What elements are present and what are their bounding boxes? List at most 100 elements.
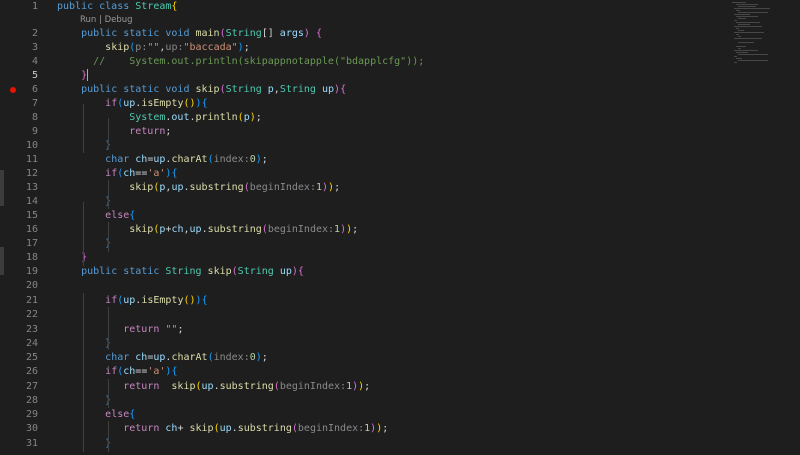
code-token: charAt — [171, 154, 208, 165]
indent-guide — [83, 202, 84, 266]
code-line[interactable]: 27 return skip(up.substring(beginIndex:1… — [0, 380, 800, 394]
code-line[interactable]: 16 skip(p+ch,up.substring(beginIndex:1))… — [0, 223, 800, 237]
code-token: if — [105, 98, 118, 109]
code-token: index: — [213, 154, 250, 165]
minimap-line — [736, 16, 758, 17]
code-line[interactable]: 4 // System.out.println(skipappnotapple(… — [0, 55, 800, 69]
code-line[interactable]: 3 skip(p:"",up:"baccada"); — [0, 41, 800, 55]
code-token: return — [123, 381, 172, 392]
code-text: return skip(up.substring(beginIndex:1)); — [57, 380, 370, 394]
code-token: isEmpty — [141, 295, 184, 306]
code-line[interactable]: 24 } — [0, 337, 800, 351]
code-line[interactable]: 31 } — [0, 437, 800, 451]
code-line[interactable]: 12 if(ch=='a'){ — [0, 167, 800, 181]
code-line[interactable]: 15 else{ — [0, 209, 800, 223]
code-line[interactable]: 13 skip(p,up.substring(beginIndex:1)); — [0, 181, 800, 195]
code-token: ch — [171, 224, 184, 235]
code-token: else — [105, 409, 130, 420]
code-text: if(ch=='a'){ — [57, 365, 177, 379]
line-number: 30 — [25, 423, 38, 434]
code-line[interactable]: 1 public class Stream{ — [0, 0, 800, 14]
code-token: up — [189, 224, 202, 235]
code-token: args — [279, 28, 304, 39]
code-line[interactable]: 28 } — [0, 394, 800, 408]
code-line[interactable]: 29 else{ — [0, 408, 800, 422]
code-line[interactable]: 20 — [0, 279, 800, 293]
code-token: up — [219, 423, 232, 434]
indent-guide — [83, 104, 84, 153]
run-debug-codelens[interactable]: Run | Debug — [80, 14, 133, 26]
minimap-line — [738, 18, 746, 19]
code-token: ; — [261, 154, 268, 165]
code-token: if — [105, 295, 118, 306]
code-line[interactable]: 2 public static void main(String[] args)… — [0, 27, 800, 41]
line-number: 9 — [31, 126, 38, 137]
code-text: if(ch=='a'){ — [57, 167, 177, 181]
line-number: 16 — [25, 224, 38, 235]
code-line[interactable]: 9 return; — [0, 125, 800, 139]
code-token: up — [201, 381, 214, 392]
vertical-scrollbar[interactable] — [788, 0, 800, 455]
code-token: () — [183, 295, 196, 306]
code-editor[interactable]: 1 public class Stream{Run | Debug 2 public… — [0, 0, 800, 455]
code-line[interactable]: 25 char ch=up.charAt(index:0); — [0, 351, 800, 365]
code-token: up — [123, 98, 136, 109]
line-number: 4 — [31, 56, 38, 67]
code-token: { — [201, 98, 208, 109]
code-text: return; — [57, 125, 171, 139]
indent-guide — [108, 118, 109, 150]
code-line[interactable]: 6 public static void skip(String p,Strin… — [0, 83, 800, 97]
line-number: 3 — [31, 42, 38, 53]
code-token: { — [201, 295, 208, 306]
code-token: up — [321, 84, 335, 95]
code-line[interactable]: 7 if(up.isEmpty()){ — [0, 97, 800, 111]
code-token: { — [171, 1, 178, 12]
code-text: if(up.isEmpty()){ — [57, 294, 208, 308]
code-line[interactable]: 19 public static String skip(String up){ — [0, 265, 800, 279]
line-number: 17 — [25, 238, 38, 249]
code-token: char — [105, 154, 136, 165]
code-line[interactable]: 21 if(up.isEmpty()){ — [0, 294, 800, 308]
minimap-line — [738, 30, 744, 31]
code-token: main — [195, 28, 220, 39]
breakpoint-icon[interactable] — [10, 87, 16, 93]
code-token: 'a' — [147, 366, 166, 377]
code-line[interactable]: 18 } — [0, 251, 800, 265]
line-number: 1 — [31, 1, 38, 12]
code-token: { — [171, 366, 178, 377]
code-line[interactable]: 10 } — [0, 139, 800, 153]
minimap-line — [736, 58, 742, 59]
code-text: public static void skip(String p,String … — [57, 83, 346, 97]
minimap[interactable] — [732, 0, 788, 72]
minimap-line — [734, 8, 770, 9]
code-token: ; — [177, 324, 184, 335]
code-token: System — [129, 112, 166, 123]
code-token: substring — [219, 381, 274, 392]
code-line[interactable]: 26 if(ch=='a'){ — [0, 365, 800, 379]
code-line[interactable]: 11 char ch=up.charAt(index:0); — [0, 153, 800, 167]
code-line[interactable]: 30 return ch+ skip(up.substring(beginInd… — [0, 422, 800, 436]
code-line[interactable]: 17 } — [0, 237, 800, 251]
code-text: } — [57, 69, 89, 83]
code-token: substring — [207, 224, 262, 235]
code-token: skip — [171, 381, 196, 392]
minimap-line — [736, 52, 748, 53]
code-line[interactable]: 23 return ""; — [0, 323, 800, 337]
code-line[interactable]: 14 } — [0, 195, 800, 209]
code-text: public class Stream{ — [57, 0, 177, 14]
code-line[interactable]: 5 } — [0, 69, 800, 83]
code-token: ; — [352, 224, 359, 235]
minimap-line — [734, 32, 764, 33]
code-token: { — [129, 409, 136, 420]
code-line[interactable]: 22 — [0, 308, 800, 322]
code-line[interactable]: 8 System.out.println(p); — [0, 111, 800, 125]
code-token: String — [237, 266, 280, 277]
code-token: 'a' — [147, 168, 166, 179]
indent-guide — [108, 421, 109, 452]
